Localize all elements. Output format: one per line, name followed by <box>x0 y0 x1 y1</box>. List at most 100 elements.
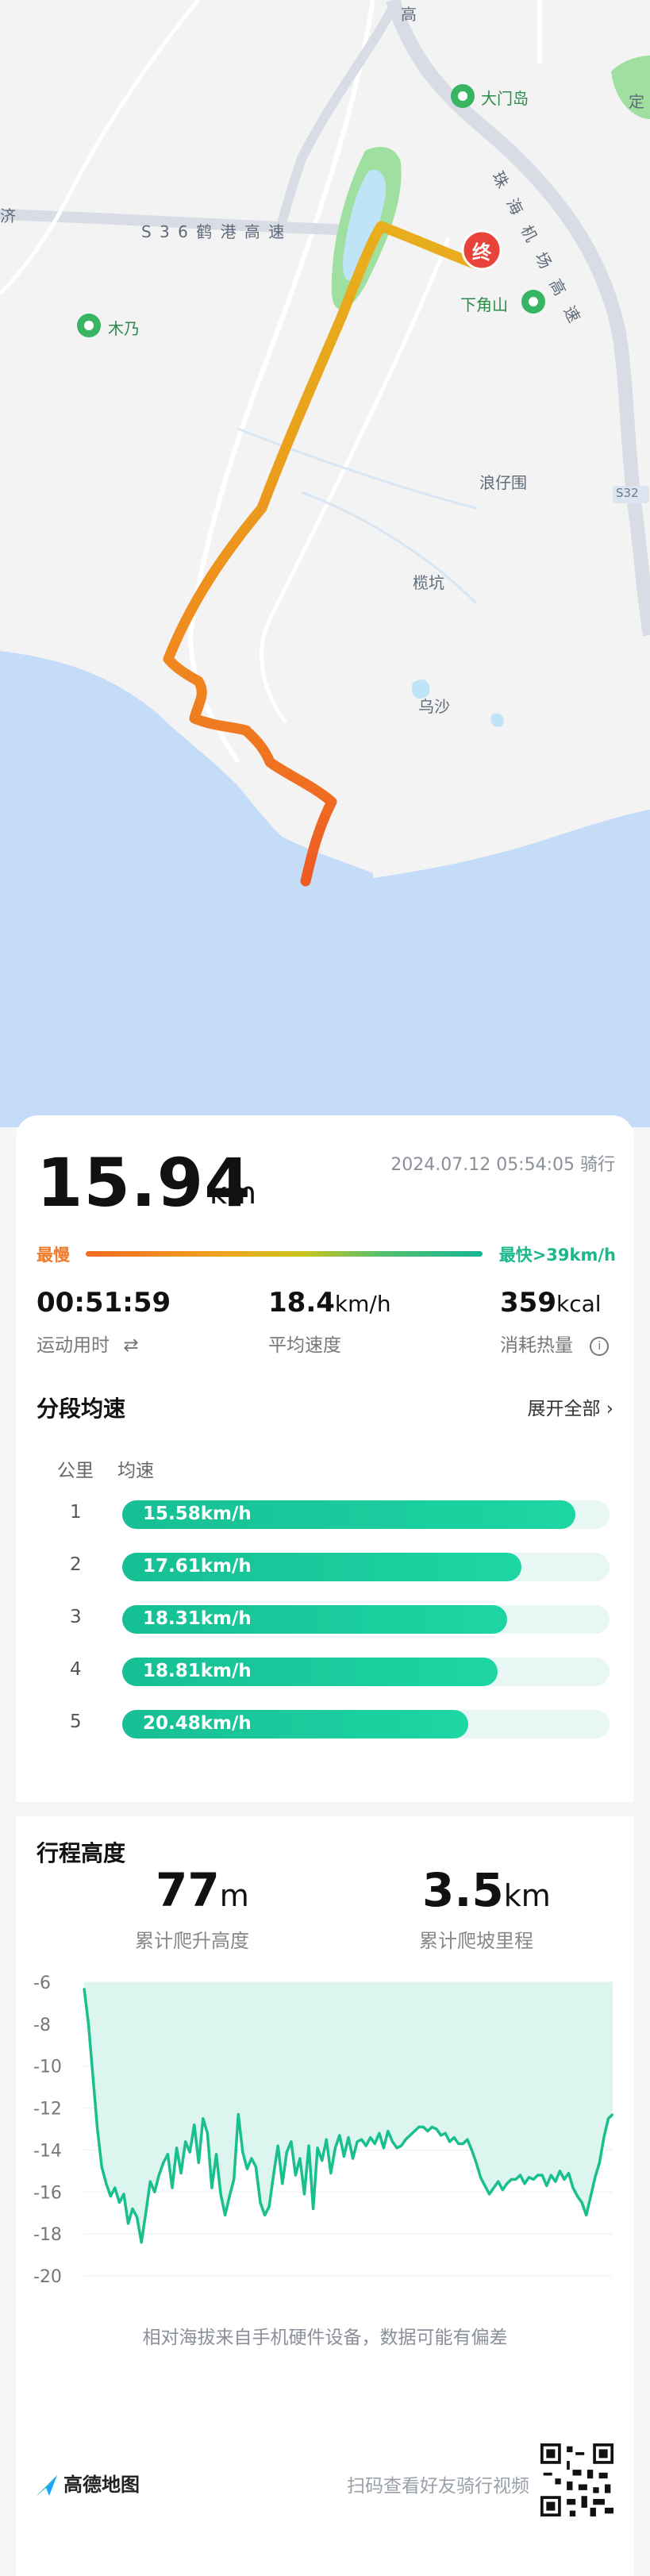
segment-bar: 20.48km/h <box>122 1710 468 1739</box>
elevation-point <box>113 2187 116 2189</box>
elevation-point <box>260 2201 261 2204</box>
elevation-point <box>255 2166 257 2168</box>
y-tick-label: -16 <box>33 2183 62 2203</box>
distance-unit: km <box>210 1176 257 1211</box>
elevation-point <box>497 2181 499 2183</box>
elevation-point <box>510 2178 513 2181</box>
segment-bar: 18.81km/h <box>122 1658 498 1686</box>
avg-speed-unit: km/h <box>334 1291 391 1317</box>
avg-speed-label: 平均速度 <box>268 1335 341 1356</box>
map-label-gao: 高 <box>401 5 417 24</box>
duration-value: 00:51:59 <box>37 1287 171 1319</box>
y-tick-label: -18 <box>33 2225 62 2245</box>
elevation-point <box>308 2145 310 2147</box>
elevation-point <box>96 2128 98 2130</box>
elevation-point <box>576 2195 579 2197</box>
elevation-point <box>118 2201 121 2204</box>
elevation-point <box>541 2174 544 2177</box>
stat-duration: 00:51:59 运动用时 ⇄ <box>37 1287 171 1357</box>
segment-speed: 18.81km/h <box>143 1661 252 1681</box>
elevation-point <box>594 2176 596 2178</box>
elevation-point <box>440 2134 442 2136</box>
segment-speed: 20.48km/h <box>143 1713 252 1734</box>
qr-code-icon[interactable] <box>540 2443 613 2516</box>
elevation-point <box>444 2132 447 2135</box>
elevation-point <box>233 2178 235 2181</box>
scan-text: 扫码查看好友骑行视频 <box>347 2476 529 2497</box>
elevation-point <box>528 2176 530 2178</box>
elevation-point <box>396 2147 398 2149</box>
elevation-point <box>479 2176 482 2178</box>
y-tick-label: -14 <box>33 2141 62 2161</box>
segment-speed: 17.61km/h <box>143 1556 252 1577</box>
brand-logo: 高德地图 <box>35 2469 140 2497</box>
elevation-point <box>514 2178 517 2181</box>
elevation-chart[interactable]: -6 -8 -10 -12 -14 -16 -18 -20 <box>32 1965 619 2298</box>
duration-label: 运动用时 <box>37 1335 110 1356</box>
ride-datetime: 2024.07.12 05:54:05 骑行 <box>390 1155 615 1175</box>
elevation-point <box>524 2182 525 2185</box>
elevation-point <box>298 2158 301 2159</box>
map-label-ji: 济 <box>0 206 16 225</box>
elevation-point <box>140 2241 143 2243</box>
elevation-point <box>272 2174 275 2177</box>
elevation-point <box>144 2212 147 2214</box>
map-label-road-code: S32 <box>616 486 639 500</box>
elevation-point <box>417 2126 420 2128</box>
stat-avg-speed: 18.4km/h 平均速度 <box>268 1287 391 1357</box>
segment-km: 2 <box>70 1554 82 1575</box>
elevation-point <box>348 2136 349 2139</box>
swap-icon[interactable]: ⇄ <box>123 1335 138 1356</box>
elevation-point <box>475 2162 477 2164</box>
elevation-point <box>229 2195 231 2197</box>
elevation-point <box>360 2139 363 2141</box>
speed-gradient-bar <box>86 1251 483 1257</box>
elevation-point <box>457 2143 460 2145</box>
climb-distance-label: 累计爬坡里程 <box>419 1930 533 1952</box>
slowest-label: 最慢 <box>37 1246 70 1265</box>
climb-height: 77m <box>156 1863 249 1917</box>
elevation-point <box>391 2140 394 2143</box>
elevation-point <box>303 2193 306 2195</box>
map-label-s36: S 3 6 鹤 港 高 速 <box>141 222 287 241</box>
elevation-point <box>448 2140 451 2143</box>
elevation-point <box>343 2155 345 2158</box>
elevation-point <box>453 2136 456 2139</box>
climb-distance-unit: km <box>503 1878 551 1913</box>
y-tick-label: -10 <box>33 2058 62 2077</box>
info-icon[interactable]: i <box>590 1336 610 1356</box>
elevation-point <box>519 2174 521 2177</box>
elevation-point <box>602 2136 605 2139</box>
map-canvas <box>0 0 650 1127</box>
elevation-point <box>471 2149 473 2151</box>
elevation-point <box>422 2126 425 2128</box>
segment-row: 4 18.81km/h <box>37 1656 616 1688</box>
y-tick-label: -8 <box>33 2016 51 2035</box>
segment-track: 18.31km/h <box>122 1605 610 1634</box>
y-tick-label: -6 <box>33 1973 51 1993</box>
elevation-point <box>127 2222 129 2224</box>
elevation-point <box>123 2193 125 2195</box>
segment-speed: 15.58km/h <box>143 1504 252 1524</box>
elevation-point <box>101 2166 103 2168</box>
brand-name: 高德地图 <box>63 2474 140 2496</box>
elevation-point <box>612 2113 613 2116</box>
elevation-point <box>436 2128 437 2130</box>
elevation-point <box>202 2117 204 2120</box>
elevation-point <box>426 2130 429 2132</box>
elevation-point <box>277 2145 279 2147</box>
elevation-point <box>378 2132 380 2135</box>
section-divider <box>16 1802 634 1816</box>
segment-row: 5 20.48km/h <box>37 1708 616 1740</box>
elevation-point <box>132 2208 133 2210</box>
expand-all-button[interactable]: 展开全部 › <box>527 1393 613 1420</box>
elevation-point <box>281 2182 283 2185</box>
map-label-xiajiaoshan: 下角山 <box>460 295 508 314</box>
map-label-damen: 大门岛 <box>481 89 529 108</box>
elevation-point <box>198 2162 200 2164</box>
share-footer: 高德地图 扫码查看好友骑行视频 <box>16 2388 634 2531</box>
elevation-point <box>87 2023 90 2025</box>
elevation-point <box>110 2195 112 2197</box>
map-label-langzaiwei: 浪仔围 <box>479 473 527 492</box>
route-map[interactable]: 大门岛 定 高 济 S 3 6 鹤 港 高 速 珠 海 机 场 高 速 木乃 下… <box>0 0 650 1127</box>
